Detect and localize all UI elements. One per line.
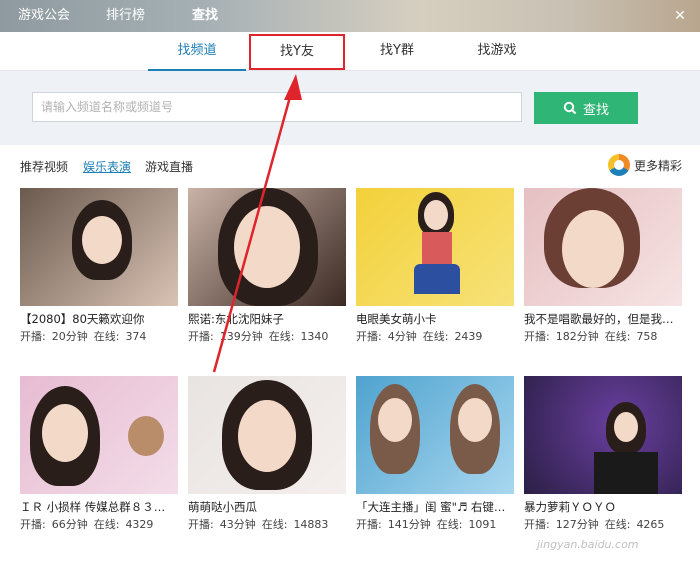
video-title: 我不是唱歌最好的，但是我… bbox=[524, 312, 674, 326]
category-game-live[interactable]: 游戏直播 bbox=[145, 158, 193, 175]
video-thumbnail[interactable] bbox=[356, 376, 514, 494]
video-thumbnail[interactable] bbox=[20, 188, 178, 306]
category-row: 推荐视频 娱乐表演 游戏直播 更多精彩 bbox=[0, 148, 700, 182]
video-title: 【2080】80天籁欢迎你 bbox=[20, 312, 145, 326]
video-meta: 开播: 127分钟 在线: 4265 bbox=[524, 518, 665, 531]
video-card[interactable]: 【2080】80天籁欢迎你 开播: 20分钟 在线: 374 bbox=[20, 188, 180, 345]
video-thumbnail[interactable] bbox=[20, 376, 178, 494]
search-icon bbox=[563, 101, 577, 115]
tab-find-group[interactable]: 找Y群 bbox=[350, 32, 444, 70]
tab-find-friend-label: 找Y友 bbox=[280, 44, 314, 59]
video-thumbnail[interactable] bbox=[524, 376, 682, 494]
tab-search[interactable]: 查找 bbox=[192, 6, 218, 26]
video-thumbnail[interactable] bbox=[188, 188, 346, 306]
video-title: 电眼美女萌小卡 bbox=[356, 312, 437, 326]
search-input[interactable] bbox=[32, 92, 522, 122]
video-card[interactable]: 萌萌哒小西瓜 开播: 43分钟 在线: 14883 bbox=[188, 376, 348, 533]
video-card[interactable]: 熙诺:东北沈阳妹子 开播: 139分钟 在线: 1340 bbox=[188, 188, 348, 345]
video-card[interactable]: 暴力萝莉ＹＯＹＯ 开播: 127分钟 在线: 4265 bbox=[524, 376, 684, 533]
video-meta: 开播: 139分钟 在线: 1340 bbox=[188, 330, 329, 343]
video-card[interactable]: 「大连主播」闺 蜜"♬ 右键… 开播: 141分钟 在线: 1091 bbox=[356, 376, 516, 533]
video-meta: 开播: 141分钟 在线: 1091 bbox=[356, 518, 497, 531]
video-card[interactable]: ＩＲ 小损样 传媒总群８３… 开播: 66分钟 在线: 4329 bbox=[20, 376, 180, 533]
video-thumbnail[interactable] bbox=[524, 188, 682, 306]
more-button[interactable]: 更多精彩 bbox=[608, 153, 682, 177]
video-title: ＩＲ 小损样 传媒总群８３… bbox=[20, 500, 166, 514]
more-label: 更多精彩 bbox=[634, 158, 683, 173]
video-thumbnail[interactable] bbox=[188, 376, 346, 494]
search-button-label: 查找 bbox=[582, 101, 609, 117]
video-title: 熙诺:东北沈阳妹子 bbox=[188, 312, 284, 326]
tab-find-channel[interactable]: 找频道 bbox=[148, 32, 246, 71]
search-subtabs: 找频道 找Y友 找Y群 找游戏 bbox=[0, 32, 700, 71]
search-panel: 查找 bbox=[0, 71, 700, 145]
video-meta: 开播: 43分钟 在线: 14883 bbox=[188, 518, 329, 531]
video-meta: 开播: 182分钟 在线: 758 bbox=[524, 330, 658, 343]
tab-ranking[interactable]: 排行榜 bbox=[106, 6, 145, 26]
yy-logo-icon bbox=[608, 154, 630, 176]
tab-find-game[interactable]: 找游戏 bbox=[450, 32, 544, 70]
video-title: 暴力萝莉ＹＯＹＯ bbox=[524, 500, 616, 514]
video-title: 萌萌哒小西瓜 bbox=[188, 500, 257, 514]
tab-find-friend[interactable]: 找Y友 bbox=[249, 34, 345, 70]
video-meta: 开播: 4分钟 在线: 2439 bbox=[356, 330, 483, 343]
category-entertainment[interactable]: 娱乐表演 bbox=[83, 158, 131, 175]
tab-find-group-label: 找Y群 bbox=[380, 43, 414, 58]
category-heading: 推荐视频 bbox=[20, 160, 69, 174]
video-card[interactable]: 电眼美女萌小卡 开播: 4分钟 在线: 2439 bbox=[356, 188, 516, 345]
window-titlebar: 游戏公会 排行榜 查找 ✕ bbox=[0, 0, 700, 32]
watermark: jingyan.baidu.com bbox=[537, 538, 639, 551]
search-button[interactable]: 查找 bbox=[534, 92, 638, 124]
tab-find-channel-label: 找频道 bbox=[177, 43, 217, 58]
close-icon[interactable]: ✕ bbox=[670, 6, 690, 26]
video-card[interactable]: 我不是唱歌最好的，但是我… 开播: 182分钟 在线: 758 bbox=[524, 188, 684, 345]
tab-guild[interactable]: 游戏公会 bbox=[18, 6, 70, 26]
video-title: 「大连主播」闺 蜜"♬ 右键… bbox=[356, 500, 506, 514]
video-meta: 开播: 20分钟 在线: 374 bbox=[20, 330, 147, 343]
video-thumbnail[interactable] bbox=[356, 188, 514, 306]
video-meta: 开播: 66分钟 在线: 4329 bbox=[20, 518, 154, 531]
tab-find-game-label: 找游戏 bbox=[477, 43, 517, 58]
